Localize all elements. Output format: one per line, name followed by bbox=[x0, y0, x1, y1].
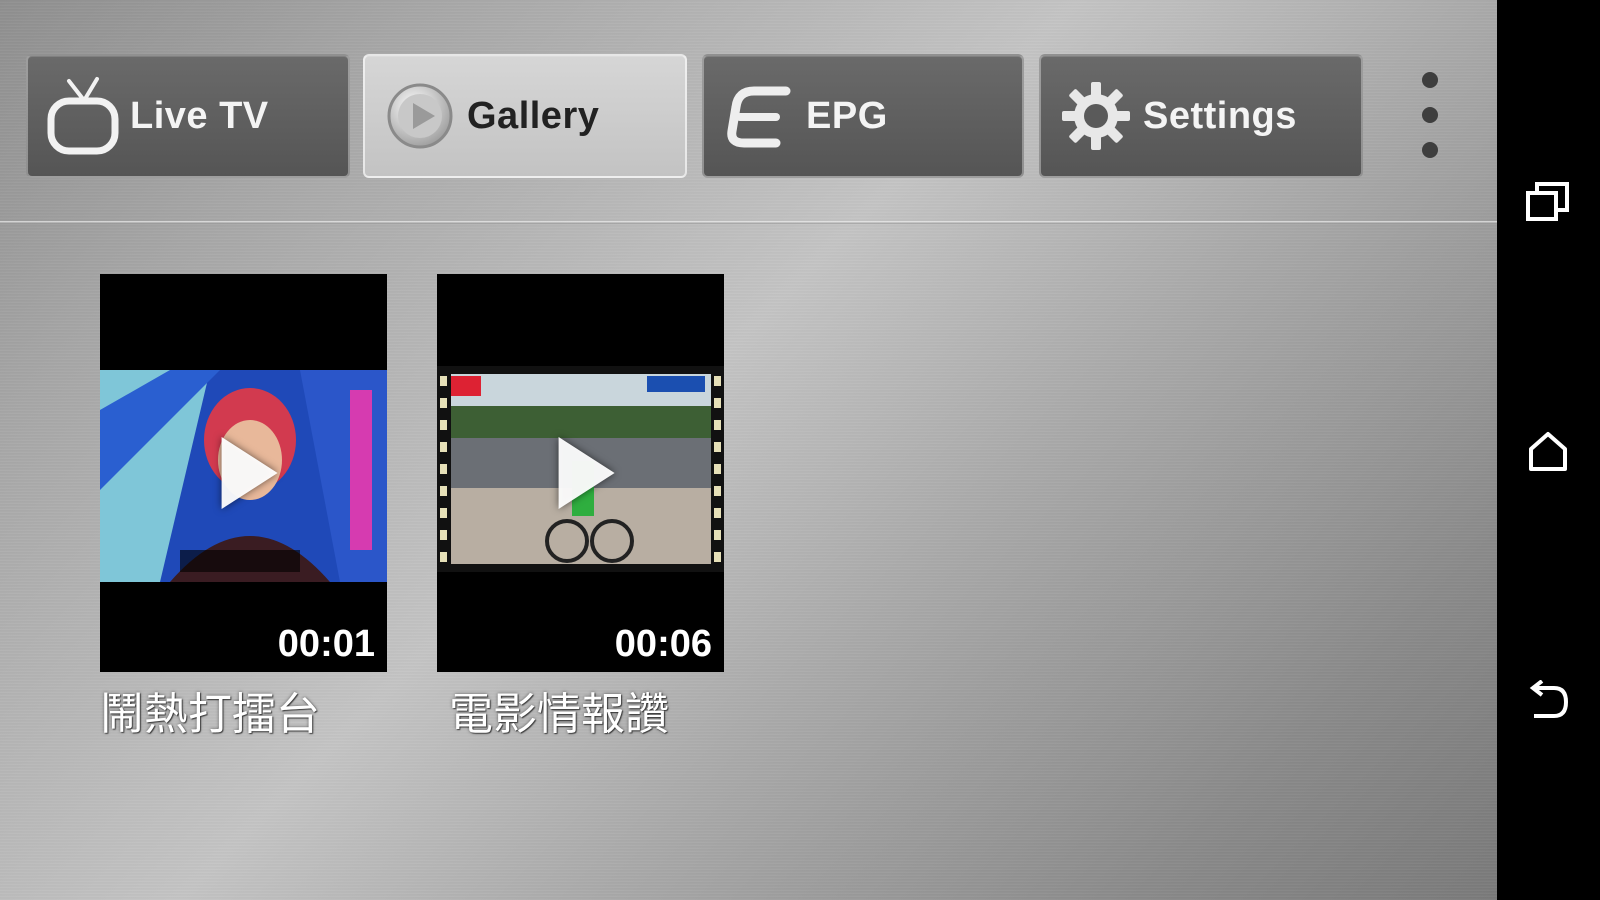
tab-settings[interactable]: Settings bbox=[1039, 54, 1363, 178]
play-icon bbox=[558, 437, 615, 509]
play-circle-icon bbox=[377, 66, 463, 166]
epg-logo-icon bbox=[716, 66, 802, 166]
tab-live-tv[interactable]: Live TV bbox=[26, 54, 350, 178]
tab-gallery-label: Gallery bbox=[467, 94, 600, 137]
top-tab-bar: Live TV Gallery EPG Settings bbox=[0, 0, 1497, 222]
video-title: 鬧熱打擂台 bbox=[100, 689, 320, 740]
system-navigation-bar bbox=[1497, 0, 1600, 900]
back-icon[interactable] bbox=[1517, 670, 1579, 732]
tab-settings-label: Settings bbox=[1143, 94, 1297, 137]
video-title: 電影情報讚 bbox=[449, 689, 669, 740]
tv-icon bbox=[40, 66, 126, 166]
header-divider bbox=[0, 221, 1497, 224]
tab-epg[interactable]: EPG bbox=[702, 54, 1024, 178]
more-vertical-icon[interactable] bbox=[1404, 72, 1456, 158]
home-icon[interactable] bbox=[1517, 420, 1579, 482]
video-thumbnail[interactable]: 00:06 bbox=[437, 274, 724, 672]
video-thumbnail[interactable]: 00:01 bbox=[100, 274, 387, 672]
video-duration: 00:06 bbox=[614, 623, 712, 665]
menu-dot bbox=[1422, 107, 1438, 123]
recents-icon[interactable] bbox=[1517, 170, 1579, 232]
play-icon bbox=[221, 437, 278, 509]
menu-dot bbox=[1422, 72, 1438, 88]
video-duration: 00:01 bbox=[277, 623, 375, 665]
gear-icon bbox=[1053, 66, 1139, 166]
tab-epg-label: EPG bbox=[806, 94, 888, 137]
app-root: Live TV Gallery EPG Settings 00:01 鬧熱打擂台… bbox=[0, 0, 1497, 900]
menu-dot bbox=[1422, 142, 1438, 158]
video-item[interactable]: 00:06 電影情報讚 bbox=[437, 274, 724, 742]
tab-gallery[interactable]: Gallery bbox=[363, 54, 687, 178]
video-item[interactable]: 00:01 鬧熱打擂台 bbox=[100, 274, 387, 742]
tab-live-tv-label: Live TV bbox=[130, 94, 269, 137]
